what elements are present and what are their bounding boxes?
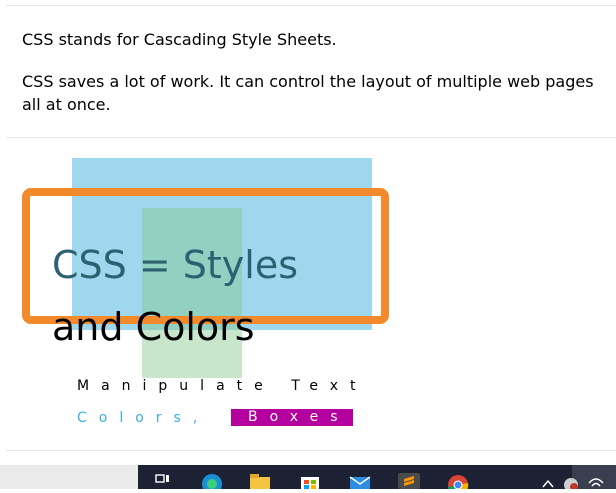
- demo-subline-manipulate-text: Manipulate Text: [77, 378, 368, 394]
- mail-icon[interactable]: [348, 471, 372, 489]
- top-divider: [6, 5, 616, 6]
- demo-heading-line-1: CSS = Styles: [52, 243, 299, 287]
- taskbar-dark-area: [138, 465, 616, 493]
- tray-chevron-icon[interactable]: [540, 471, 556, 489]
- css-demo-panel: CSS = Styles and Colors Manipulate Text …: [0, 138, 616, 450]
- chrome-icon[interactable]: [446, 471, 470, 493]
- paragraph-css-definition: CSS stands for Cascading Style Sheets.: [22, 30, 337, 49]
- edge-icon[interactable]: [200, 471, 224, 493]
- sublime-text-icon[interactable]: [398, 471, 422, 489]
- demo-heading: CSS = Styles and Colors: [52, 234, 298, 358]
- paragraph-css-benefits: CSS saves a lot of work. It can control …: [22, 72, 594, 114]
- demo-boxes-highlight: Boxes: [231, 409, 353, 426]
- bottom-divider: [6, 450, 616, 451]
- demo-heading-line-2: and Colors: [52, 305, 255, 349]
- windows-taskbar: [0, 465, 616, 493]
- demo-subline-colors: Colors,: [77, 410, 210, 426]
- task-view-icon[interactable]: [152, 471, 176, 489]
- store-icon[interactable]: [298, 471, 322, 489]
- tray-network-icon[interactable]: [562, 471, 580, 492]
- file-explorer-icon[interactable]: [248, 471, 272, 489]
- tray-wifi-icon[interactable]: [586, 471, 606, 489]
